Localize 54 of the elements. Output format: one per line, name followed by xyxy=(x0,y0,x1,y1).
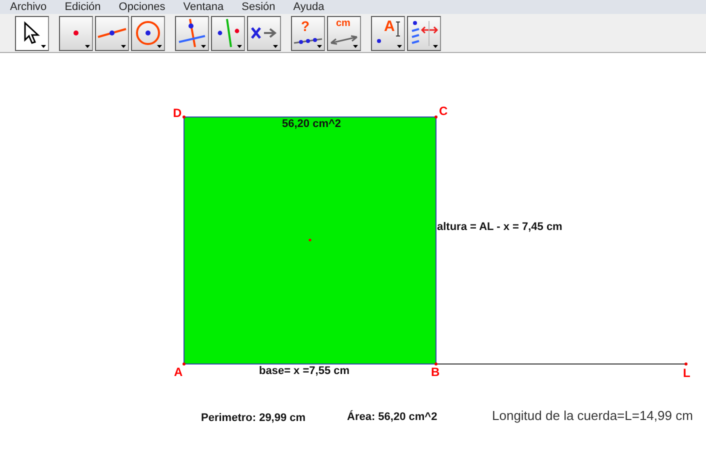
line-icon xyxy=(97,27,127,39)
menu-item[interactable]: Archivo xyxy=(10,0,47,14)
point-icon xyxy=(72,29,80,37)
perimeter-text: Perimetro: 29,99 cm xyxy=(201,413,306,424)
caret-icon xyxy=(237,44,242,48)
caret-icon xyxy=(121,44,126,48)
tool-button[interactable] xyxy=(247,16,281,50)
double-arrow-icon xyxy=(329,35,359,45)
caret-icon xyxy=(353,44,358,48)
label-letter: A xyxy=(384,18,395,34)
tool-button[interactable] xyxy=(131,16,165,50)
caret-icon xyxy=(85,44,90,48)
transform-icon xyxy=(250,25,278,41)
menu-item[interactable]: Opciones xyxy=(118,0,166,14)
circle-icon xyxy=(135,20,161,46)
center-point xyxy=(308,238,312,242)
height-label: altura = AL - x = 7,45 cm xyxy=(437,222,562,233)
base-label: base= x =7,55 cm xyxy=(259,366,350,377)
point-marker xyxy=(434,116,438,118)
caret-icon xyxy=(41,44,46,48)
tool-button[interactable] xyxy=(175,16,209,50)
area-label: 56,20 cm^2 xyxy=(282,119,342,130)
points-on-line-icon xyxy=(293,36,323,46)
caret-icon xyxy=(157,44,162,48)
area-text: Área: 56,20 cm^2 xyxy=(347,412,438,423)
question-mark: ? xyxy=(301,18,310,32)
point-label: B xyxy=(431,366,440,378)
point-label: A xyxy=(174,366,183,378)
menu-item[interactable]: Edición xyxy=(64,0,101,14)
tool-button[interactable] xyxy=(15,16,49,50)
rope-length-text: Longitud de la cuerda=L=14,99 cm xyxy=(492,409,693,422)
point-label: L xyxy=(683,367,690,379)
point-marker xyxy=(182,116,186,118)
point-label: D xyxy=(173,107,182,119)
menu-item[interactable]: Sesión xyxy=(242,0,276,14)
tool-button[interactable] xyxy=(59,16,93,50)
pointer-icon xyxy=(22,21,42,45)
point-marker xyxy=(434,362,438,366)
perpendicular-lines-icon xyxy=(178,18,206,48)
tool-button[interactable] xyxy=(95,16,129,50)
point-label: C xyxy=(439,105,448,117)
tool-button[interactable] xyxy=(211,16,245,50)
caret-icon xyxy=(273,44,278,48)
display-options-icon xyxy=(409,19,439,47)
menu-item[interactable]: Ventana xyxy=(183,0,224,14)
point-marker xyxy=(182,362,186,366)
caret-icon xyxy=(201,44,206,48)
caret-icon xyxy=(433,44,438,48)
point-marker xyxy=(684,362,688,366)
caret-icon xyxy=(397,44,402,48)
caret-icon xyxy=(317,44,322,48)
tool-button[interactable] xyxy=(407,16,441,50)
menu-item[interactable]: Ayuda xyxy=(293,0,324,14)
unit-text: cm xyxy=(336,18,350,28)
